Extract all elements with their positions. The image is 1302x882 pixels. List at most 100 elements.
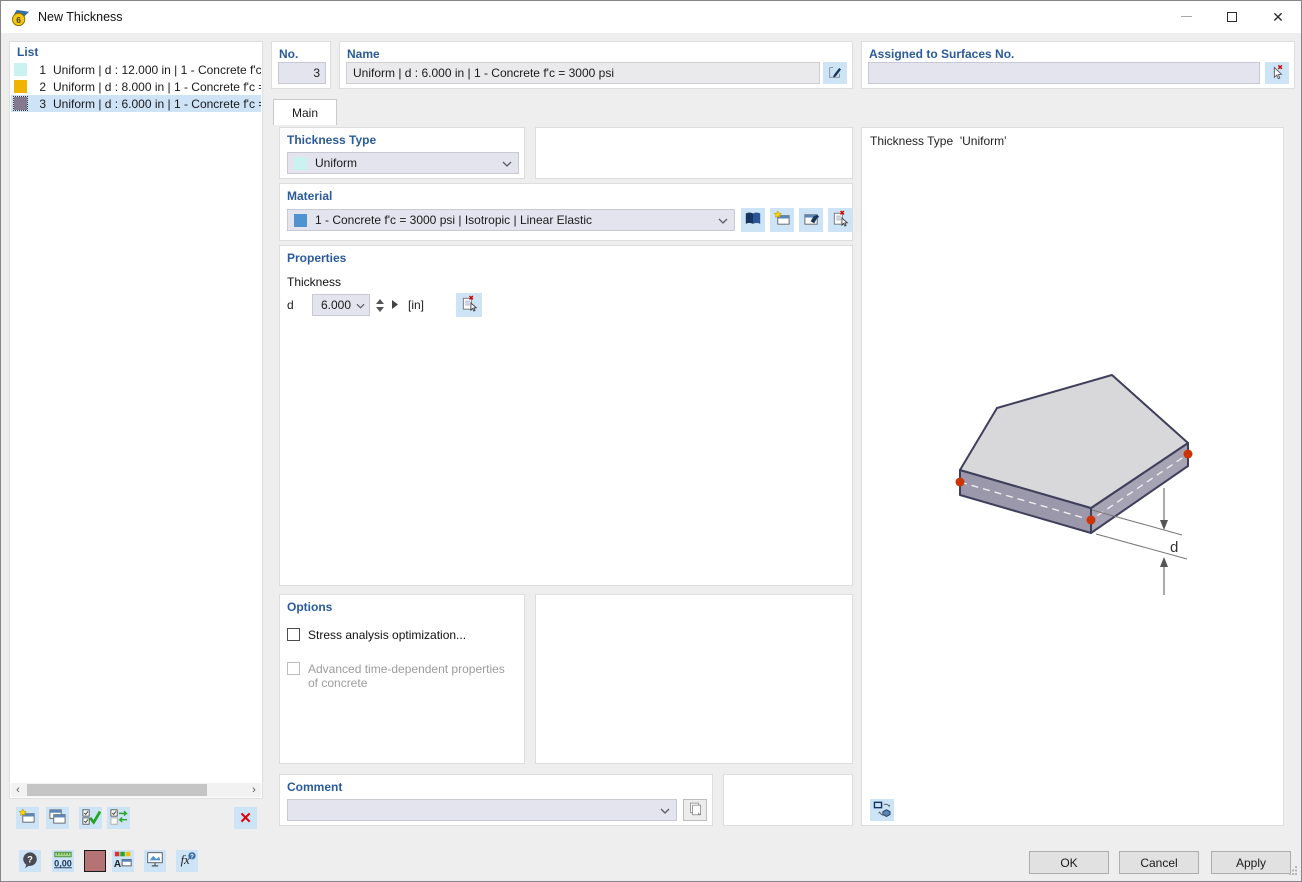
new-window-star-icon xyxy=(18,808,37,828)
list-item[interactable]: 2 Uniform | d : 8.000 in | 1 - Concrete … xyxy=(11,78,261,95)
no-label: No. xyxy=(272,42,330,61)
remove-doc-x-cursor-icon xyxy=(832,210,849,230)
thickness-type-value: Uniform xyxy=(315,156,357,170)
invert-selection-button[interactable] xyxy=(107,807,130,829)
d-value: 6.000 xyxy=(321,298,351,312)
scroll-right-icon[interactable]: › xyxy=(247,783,261,797)
select-all-check-icon xyxy=(81,808,101,829)
rfem-logo-icon: 6 xyxy=(11,8,30,27)
item-text: Uniform | d : 6.000 in | 1 - Concrete f'… xyxy=(49,97,261,111)
minimize-button[interactable] xyxy=(1163,1,1209,32)
d-value-input[interactable]: 6.000 xyxy=(312,294,370,316)
title-bar[interactable]: 6 New Thickness ✕ xyxy=(1,1,1301,33)
dim-d-label: d xyxy=(1170,539,1178,556)
graphics-button[interactable] xyxy=(144,850,166,872)
properties-label: Properties xyxy=(280,246,852,265)
comment-panel: Comment xyxy=(279,774,713,826)
rename-button[interactable] xyxy=(823,62,847,84)
d-detail-arrow-icon[interactable] xyxy=(392,298,398,312)
scrollbar-thumb[interactable] xyxy=(27,784,207,796)
new-window-star-icon xyxy=(773,210,792,230)
name-input[interactable]: Uniform | d : 6.000 in | 1 - Concrete f'… xyxy=(346,62,820,84)
close-button[interactable]: ✕ xyxy=(1255,1,1301,32)
color-swatch xyxy=(14,97,27,110)
window-title: New Thickness xyxy=(38,10,123,24)
d-remove-function-button[interactable] xyxy=(456,293,482,317)
close-icon: ✕ xyxy=(1272,10,1284,24)
remove-doc-x-cursor-icon xyxy=(461,295,478,315)
no-field[interactable]: 3 xyxy=(278,62,326,84)
scroll-left-icon[interactable]: ‹ xyxy=(11,783,25,797)
empty-panel-top xyxy=(535,127,853,179)
invert-selection-icon xyxy=(109,808,129,829)
list-item-selected[interactable]: 3 Uniform | d : 6.000 in | 1 - Concrete … xyxy=(11,95,261,112)
material-new-button[interactable] xyxy=(770,208,794,232)
chevron-down-icon xyxy=(718,213,728,227)
delete-red-x-icon: ✕ xyxy=(239,811,252,826)
chevron-down-icon xyxy=(660,803,670,817)
fx-formula-icon: fx ? xyxy=(177,850,197,872)
comment-copy-button[interactable] xyxy=(683,799,707,821)
material-panel: Material 1 - Concrete f'c = 3000 psi | I… xyxy=(279,183,853,241)
chevron-down-icon xyxy=(502,156,512,170)
maximize-button[interactable] xyxy=(1209,1,1255,32)
copy-windows-icon xyxy=(48,808,67,828)
thickness-type-dropdown[interactable]: Uniform xyxy=(287,152,519,174)
svg-text:?: ? xyxy=(27,854,33,865)
assigned-input[interactable] xyxy=(868,62,1260,84)
material-color-swatch xyxy=(294,214,307,227)
thickness-list: 1 Uniform | d : 12.000 in | 1 - Concrete… xyxy=(11,61,261,112)
select-all-button[interactable] xyxy=(79,807,102,829)
help-button[interactable]: ? xyxy=(19,850,41,872)
material-dropdown[interactable]: 1 - Concrete f'c = 3000 psi | Isotropic … xyxy=(287,209,735,231)
options-label: Options xyxy=(280,595,524,614)
advanced-properties-checkbox xyxy=(287,662,300,675)
chevron-down-icon[interactable] xyxy=(356,298,365,312)
display-colors-button[interactable]: A xyxy=(112,850,134,872)
edit-window-hand-icon xyxy=(802,210,821,230)
svg-text:A: A xyxy=(114,859,121,869)
pick-surfaces-button[interactable] xyxy=(1265,62,1289,84)
new-item-button[interactable] xyxy=(16,807,39,829)
preview-panel: Thickness Type 'Uniform' d xyxy=(861,127,1284,826)
advanced-properties-row: Advanced time-dependent properties of co… xyxy=(287,662,508,690)
copy-pages-icon xyxy=(688,801,703,819)
list-panel: List 1 Uniform | d : 12.000 in | 1 - Con… xyxy=(9,41,263,799)
resize-grip[interactable] xyxy=(1288,864,1298,878)
preview-title: Thickness Type 'Uniform' xyxy=(870,134,1006,148)
empty-panel-options xyxy=(535,594,853,764)
item-text: Uniform | d : 12.000 in | 1 - Concrete f… xyxy=(49,63,261,77)
comment-dropdown[interactable] xyxy=(287,799,677,821)
copy-item-button[interactable] xyxy=(46,807,69,829)
material-remove-button[interactable] xyxy=(828,208,852,232)
formula-button[interactable]: fx ? xyxy=(176,850,198,872)
material-edit-button[interactable] xyxy=(799,208,823,232)
stress-optimization-label: Stress analysis optimization... xyxy=(308,628,508,642)
no-panel: No. 3 xyxy=(271,41,331,89)
list-item[interactable]: 1 Uniform | d : 12.000 in | 1 - Concrete… xyxy=(11,61,261,78)
svg-text:0,00: 0,00 xyxy=(54,858,72,868)
apply-button[interactable]: Apply xyxy=(1211,851,1291,874)
stress-optimization-checkbox[interactable] xyxy=(287,628,300,641)
list-label: List xyxy=(10,42,262,59)
tab-main[interactable]: Main xyxy=(273,99,337,125)
library-book-icon xyxy=(744,211,762,229)
preview-toggle-button[interactable] xyxy=(870,799,894,821)
ok-button[interactable]: OK xyxy=(1029,851,1109,874)
thickness-group-label: Thickness xyxy=(287,275,341,289)
material-library-button[interactable] xyxy=(741,208,765,232)
cancel-button[interactable]: Cancel xyxy=(1119,851,1199,874)
type-color-swatch xyxy=(294,157,307,170)
cursor-with-red-x-icon xyxy=(1269,64,1285,83)
pencil-edit-icon xyxy=(827,64,843,83)
slab-illustration: d xyxy=(932,362,1272,602)
item-color-button[interactable] xyxy=(84,850,106,872)
monitor-icon xyxy=(145,850,165,872)
horizontal-scrollbar[interactable]: ‹ › xyxy=(11,783,261,797)
assigned-panel: Assigned to Surfaces No. xyxy=(861,41,1295,89)
help-bubble-icon: ? xyxy=(21,851,39,872)
delete-item-button[interactable]: ✕ xyxy=(234,807,257,829)
units-button[interactable]: 0,00 xyxy=(52,850,74,872)
d-spinner[interactable] xyxy=(376,299,384,312)
empty-panel-comment xyxy=(723,774,853,826)
